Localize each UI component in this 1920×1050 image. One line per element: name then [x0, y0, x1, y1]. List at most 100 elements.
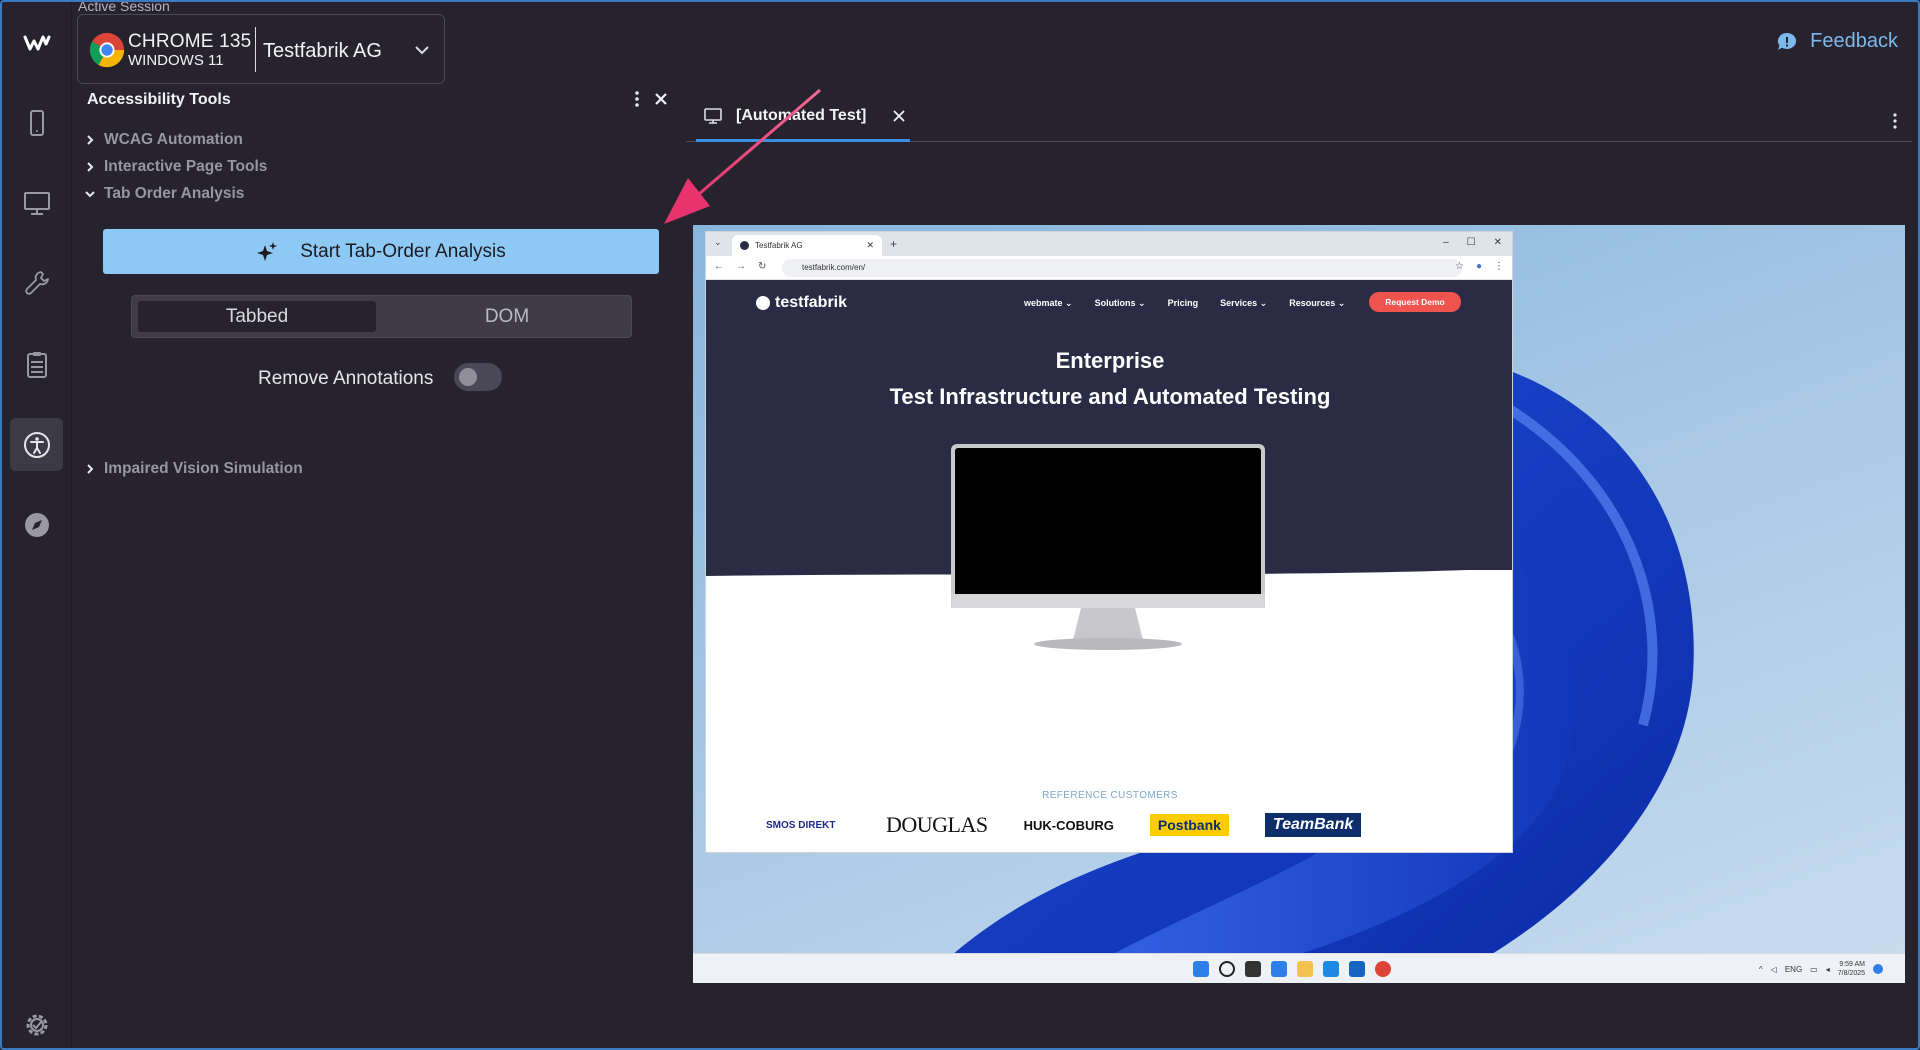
workspace-menu-icon[interactable] — [1892, 112, 1898, 130]
logo-mark-icon — [756, 296, 770, 310]
sparkles-icon — [257, 241, 278, 261]
tab-label: [Automated Test] — [736, 106, 867, 124]
os-version: WINDOWS 11 — [128, 52, 224, 69]
chevron-right-icon — [87, 135, 94, 145]
favicon-icon — [740, 241, 749, 250]
session-selector[interactable]: CHROME 135 WINDOWS 11 Testfabrik AG — [77, 14, 445, 84]
search-icon[interactable] — [1219, 961, 1235, 977]
feedback-button[interactable]: Feedback — [1776, 30, 1898, 53]
panel-menu-icon[interactable] — [630, 89, 644, 109]
browser-tab-close-icon[interactable]: ✕ — [866, 240, 874, 251]
feedback-label: Feedback — [1810, 30, 1898, 52]
tray-chevron-icon[interactable]: ^ — [1759, 965, 1763, 974]
site-nav-item[interactable]: webmate ⌄ — [1024, 298, 1073, 309]
tab-search-icon[interactable]: ⌄ — [714, 237, 722, 248]
tree-item-wcag-automation[interactable]: WCAG Automation — [84, 131, 243, 149]
panel-close-icon[interactable] — [652, 90, 670, 108]
tree-item-impaired-vision-simulation[interactable]: Impaired Vision Simulation — [84, 460, 303, 478]
window-controls: – ☐ ✕ — [1443, 237, 1502, 248]
system-tray: ^ ◁ ENG ▭ ◂ 9:59 AM 7/8/2025 — [1759, 960, 1883, 978]
task-view-icon[interactable] — [1245, 961, 1261, 977]
tab-automated-test[interactable]: [Automated Test] — [696, 92, 910, 142]
settings-gear-icon[interactable] — [10, 998, 63, 1048]
new-tab-icon[interactable]: + — [890, 237, 897, 251]
panel-title: Accessibility Tools — [87, 91, 231, 108]
chevron-down-icon[interactable] — [413, 41, 431, 59]
forward-icon[interactable]: → — [736, 261, 746, 272]
tab-close-icon[interactable] — [892, 109, 906, 123]
segment-dom[interactable]: DOM — [388, 301, 626, 332]
reload-icon[interactable]: ↻ — [758, 261, 766, 272]
chevron-right-icon — [87, 464, 94, 474]
input-language[interactable]: ENG — [1785, 965, 1802, 974]
back-icon[interactable]: ← — [714, 261, 724, 272]
site-nav-item[interactable]: Services ⌄ — [1220, 298, 1267, 309]
mobile-device-icon[interactable] — [10, 96, 63, 149]
network-icon[interactable]: ▭ — [1810, 965, 1818, 974]
logo-cosmos-direkt: SMOS DIREKT — [766, 819, 836, 831]
notification-icon[interactable] — [1873, 964, 1883, 974]
site-nav-item[interactable]: Resources ⌄ — [1289, 298, 1345, 309]
logo-postbank: Postbank — [1149, 814, 1229, 836]
webmate-logo-icon[interactable] — [10, 16, 63, 69]
chevron-down-icon — [85, 191, 95, 198]
clock[interactable]: 9:59 AM 7/8/2025 — [1838, 960, 1865, 978]
logo-huk-coburg: HUK-COBURG — [1023, 817, 1114, 833]
site-nav-item[interactable]: Solutions ⌄ — [1095, 298, 1146, 309]
tree-item-label: WCAG Automation — [104, 131, 243, 148]
store-icon[interactable] — [1323, 961, 1339, 977]
taskbar-icons — [1193, 961, 1391, 977]
site-logo-text: testfabrik — [775, 294, 848, 311]
workspace-tabbar: [Automated Test] — [686, 92, 1912, 142]
feedback-icon — [1778, 32, 1797, 50]
monitor-icon — [704, 107, 722, 124]
hero-subheadline: Test Infrastructure and Automated Testin… — [889, 384, 1331, 409]
hero-headline: Enterprise — [1055, 348, 1165, 373]
file-explorer-icon[interactable] — [1297, 961, 1313, 977]
browser-tab[interactable]: Testfabrik AG ✕ — [732, 235, 882, 256]
logo-teambank: TeamBank — [1264, 813, 1362, 837]
browser-menu-icon[interactable]: ⋮ — [1494, 261, 1504, 272]
minimize-icon[interactable]: – — [1443, 237, 1449, 248]
start-button-label: Start Tab-Order Analysis — [300, 240, 506, 262]
site-nav-item[interactable]: Pricing — [1168, 298, 1199, 309]
start-icon[interactable] — [1193, 961, 1209, 977]
request-demo-button[interactable]: Request Demo — [1369, 292, 1461, 312]
window-close-icon[interactable]: ✕ — [1494, 237, 1502, 248]
wrench-icon[interactable] — [10, 256, 63, 309]
organization-name: Testfabrik AG — [263, 40, 382, 62]
tray-location-icon[interactable]: ◁ — [1771, 965, 1777, 974]
remove-annotations-toggle[interactable] — [454, 363, 502, 391]
tree-item-interactive-page-tools[interactable]: Interactive Page Tools — [84, 158, 267, 176]
browser-toolbar: ← → ↻ testfabrik.com/en/ ☆ ● ⋮ — [706, 256, 1512, 280]
site-logo[interactable]: testfabrik — [756, 294, 847, 312]
browser-nav: ← → ↻ — [714, 261, 766, 272]
checklist-icon[interactable] — [10, 338, 63, 391]
widgets-icon[interactable] — [1271, 961, 1287, 977]
address-bar[interactable]: testfabrik.com/en/ — [782, 259, 1462, 277]
maximize-icon[interactable]: ☐ — [1467, 237, 1476, 248]
app-window: Active Session CHROME 135 WINDOWS 11 Tes… — [0, 0, 1920, 1050]
desktop-icon[interactable] — [10, 176, 63, 229]
reference-customers-title: REFERENCE CUSTOMERS — [1042, 790, 1178, 801]
windows-taskbar: ^ ◁ ENG ▭ ◂ 9:59 AM 7/8/2025 — [693, 953, 1905, 983]
browser-tools: ☆ ● ⋮ — [1455, 261, 1504, 272]
tree-item-tab-order-analysis[interactable]: Tab Order Analysis — [84, 185, 244, 203]
compass-icon[interactable] — [10, 498, 63, 551]
volume-icon[interactable]: ◂ — [1826, 965, 1830, 974]
remote-desktop-view[interactable]: ⌄ Testfabrik AG ✕ + – ☐ ✕ ← → ↻ testfabr… — [693, 225, 1905, 983]
segment-tabbed[interactable]: Tabbed — [138, 301, 376, 332]
bookmark-star-icon[interactable]: ☆ — [1455, 261, 1464, 272]
tree-item-label: Tab Order Analysis — [104, 185, 245, 202]
accessibility-icon[interactable] — [10, 418, 63, 471]
remove-annotations-label: Remove Annotations — [258, 368, 434, 389]
left-rail — [2, 2, 72, 1048]
start-tab-order-analysis-button[interactable]: Start Tab-Order Analysis — [103, 229, 659, 274]
profile-icon[interactable]: ● — [1476, 261, 1482, 272]
chrome-taskbar-icon[interactable] — [1375, 961, 1391, 977]
session-divider — [255, 27, 256, 72]
tree-item-label: Impaired Vision Simulation — [104, 460, 303, 477]
chevron-right-icon — [87, 162, 94, 172]
testfabrik-website: testfabrik webmate ⌄ Solutions ⌄ Pricing… — [706, 280, 1512, 852]
mail-icon[interactable] — [1349, 961, 1365, 977]
